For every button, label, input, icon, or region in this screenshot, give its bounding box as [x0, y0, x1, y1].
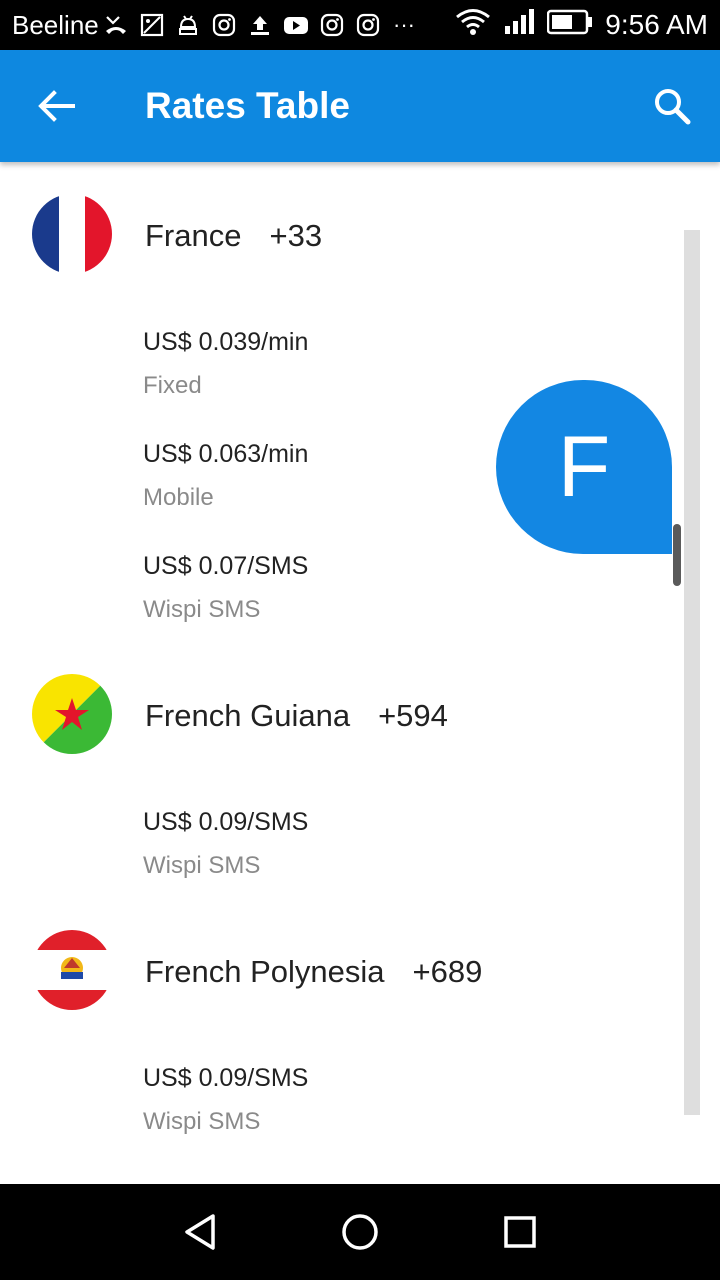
navigation-bar	[0, 1184, 720, 1280]
instagram-icon	[318, 12, 346, 38]
square-recents-icon	[504, 1216, 536, 1248]
rate-type: Fixed	[143, 372, 202, 399]
country-code: +594	[378, 698, 448, 733]
carrier-label: Beeline	[12, 10, 99, 40]
french-guiana-flag	[32, 674, 112, 754]
rate-value: US$ 0.07/SMS	[143, 552, 309, 580]
rate-type: Wispi SMS	[143, 852, 261, 879]
wifi-icon	[455, 8, 491, 41]
system-status: 9:56 AM	[455, 8, 708, 41]
country-name: French Polynesia +689	[145, 954, 482, 990]
recents-nav-button[interactable]	[490, 1202, 550, 1262]
instagram-icon	[354, 12, 382, 38]
back-button[interactable]	[28, 78, 84, 134]
upload-icon	[246, 12, 274, 38]
app-bar: Rates Table	[0, 50, 720, 162]
rates-list[interactable]: France +33 US$ 0.039/min Fixed US$ 0.063/…	[0, 162, 720, 1184]
back-nav-button[interactable]	[170, 1202, 230, 1262]
index-letter-bubble: F	[496, 380, 672, 554]
circle-home-icon	[342, 1214, 378, 1250]
notification-icons: ···	[102, 12, 418, 38]
country-name-text: France	[145, 218, 242, 253]
android-debug-icon	[174, 12, 202, 38]
home-nav-button[interactable]	[330, 1202, 390, 1262]
rate-type: Wispi SMS	[143, 1108, 261, 1135]
country-name: French Guiana +594	[145, 698, 448, 734]
rate-type: Mobile	[143, 484, 214, 511]
search-icon	[655, 89, 691, 125]
image-icon	[138, 12, 166, 38]
country-code: +689	[412, 954, 483, 989]
country-name-text: French Polynesia	[145, 954, 385, 989]
rate-value: US$ 0.039/min	[143, 328, 309, 356]
country-code: +33	[269, 218, 323, 253]
fast-scroll-thumb[interactable]	[673, 524, 681, 586]
instagram-icon	[210, 12, 238, 38]
page-title: Rates Table	[145, 85, 350, 126]
youtube-icon	[282, 12, 310, 38]
status-bar: Beeline ··· 9:56 AM	[0, 0, 720, 50]
more-dots-icon: ···	[393, 12, 415, 37]
signal-icon	[503, 8, 535, 41]
search-button[interactable]	[642, 76, 702, 136]
rate-value: US$ 0.09/SMS	[143, 808, 309, 836]
rate-value: US$ 0.063/min	[143, 440, 309, 468]
clock: 9:56 AM	[605, 8, 708, 40]
rate-type: Wispi SMS	[143, 596, 261, 623]
missed-call-icon	[102, 12, 130, 38]
french-polynesia-flag	[32, 930, 112, 1010]
rate-value: US$ 0.09/SMS	[143, 1064, 309, 1092]
index-letter: F	[557, 418, 611, 515]
country-name: France +33	[145, 218, 322, 254]
arrow-back-icon	[38, 90, 75, 122]
country-name-text: French Guiana	[145, 698, 351, 733]
france-flag	[32, 194, 112, 274]
fast-scroll-track[interactable]	[684, 230, 700, 1115]
battery-icon	[547, 9, 593, 40]
triangle-back-icon	[185, 1214, 215, 1250]
